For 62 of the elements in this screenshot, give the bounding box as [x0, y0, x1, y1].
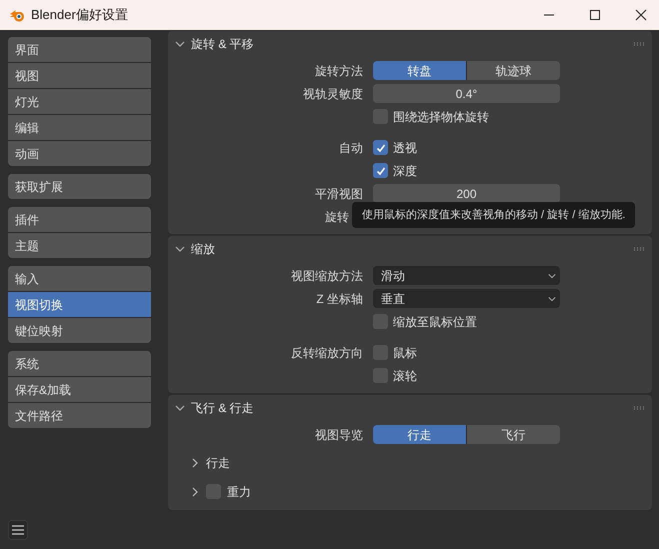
panel-title[interactable]: 旋转 & 平移 — [191, 35, 254, 53]
sidebar-item[interactable]: 视图 — [8, 63, 151, 88]
sidebar-item[interactable]: 灯光 — [8, 89, 151, 114]
segment-button[interactable]: 飞行 — [467, 425, 560, 444]
drag-handle-icon[interactable] — [633, 406, 644, 410]
panel-title[interactable]: 缩放 — [191, 240, 215, 258]
number-field[interactable]: 200 — [373, 184, 560, 203]
sidebar-item[interactable]: 编辑 — [8, 115, 151, 140]
drag-handle-icon[interactable] — [633, 247, 644, 251]
maximize-icon[interactable] — [589, 9, 601, 21]
checkbox[interactable] — [373, 163, 388, 178]
sidebar-item[interactable]: 保存&加载 — [8, 377, 151, 402]
sidebar-item[interactable]: 插件 — [8, 207, 151, 232]
sidebar-item[interactable]: 主题 — [8, 233, 151, 258]
caret-icon — [548, 294, 556, 302]
sidebar-item[interactable]: 动画 — [8, 141, 151, 166]
sidebar-item[interactable]: 文件路径 — [8, 403, 151, 428]
dropdown[interactable]: 垂直 — [373, 289, 560, 308]
dropdown[interactable]: 滑动 — [373, 266, 560, 285]
blender-logo-icon — [9, 8, 25, 22]
check-icon — [376, 166, 386, 176]
segment-button[interactable]: 转盘 — [373, 61, 466, 80]
caret-icon — [548, 272, 556, 280]
sidebar-item[interactable]: 视图切换 — [8, 292, 151, 317]
field-label: 视图缩放方法 — [291, 268, 363, 284]
chevron-icon[interactable] — [190, 458, 200, 468]
window-title: Blender偏好设置 — [31, 6, 128, 24]
checkbox[interactable] — [373, 140, 388, 155]
checkbox-label[interactable]: 透视 — [393, 138, 417, 156]
sidebar-item[interactable]: 键位映射 — [8, 318, 151, 343]
menu-icon[interactable] — [8, 520, 28, 540]
drag-handle-icon[interactable] — [633, 42, 644, 46]
sidebar-item[interactable]: 输入 — [8, 266, 151, 291]
sidebar-item[interactable]: 界面 — [8, 37, 151, 62]
sidebar-item[interactable]: 获取扩展 — [8, 174, 151, 199]
field-label: 反转缩放方向 — [291, 344, 363, 362]
checkbox-label[interactable]: 缩放至鼠标位置 — [393, 312, 477, 330]
chevron-icon[interactable] — [175, 39, 185, 49]
field-label: 视图导览 — [315, 426, 363, 444]
field-label: 视轨灵敏度 — [303, 86, 363, 102]
segment-button[interactable]: 轨迹球 — [467, 61, 560, 80]
subpanel-title[interactable]: 行走 — [206, 454, 230, 472]
checkbox-label[interactable]: 深度 — [393, 162, 417, 180]
checkbox-label[interactable]: 鼠标 — [393, 344, 417, 362]
checkbox-label[interactable]: 滚轮 — [393, 366, 417, 384]
chevron-icon[interactable] — [190, 486, 200, 496]
field-label: 旋转方法 — [315, 62, 363, 80]
sidebar-item[interactable]: 系统 — [8, 351, 151, 376]
segment-button[interactable]: 行走 — [373, 425, 466, 444]
check-icon — [376, 142, 386, 152]
field-label: Z 坐标轴 — [316, 290, 363, 308]
chevron-icon[interactable] — [175, 403, 185, 413]
number-field[interactable]: 0.4° — [373, 84, 560, 103]
subpanel-title[interactable]: 重力 — [227, 482, 251, 500]
chevron-icon[interactable] — [175, 244, 185, 254]
tooltip: 使用鼠标的深度值来改善视角的移动 / 旋转 / 缩放功能. — [352, 202, 636, 228]
field-label: 平滑视图 — [315, 186, 363, 202]
field-label: 旋转 — [325, 208, 349, 226]
checkbox-label[interactable]: 围绕选择物体旋转 — [393, 108, 489, 126]
field-label: 自动 — [339, 140, 363, 156]
close-icon[interactable] — [635, 9, 647, 21]
panel-title[interactable]: 飞行 & 行走 — [191, 399, 254, 417]
